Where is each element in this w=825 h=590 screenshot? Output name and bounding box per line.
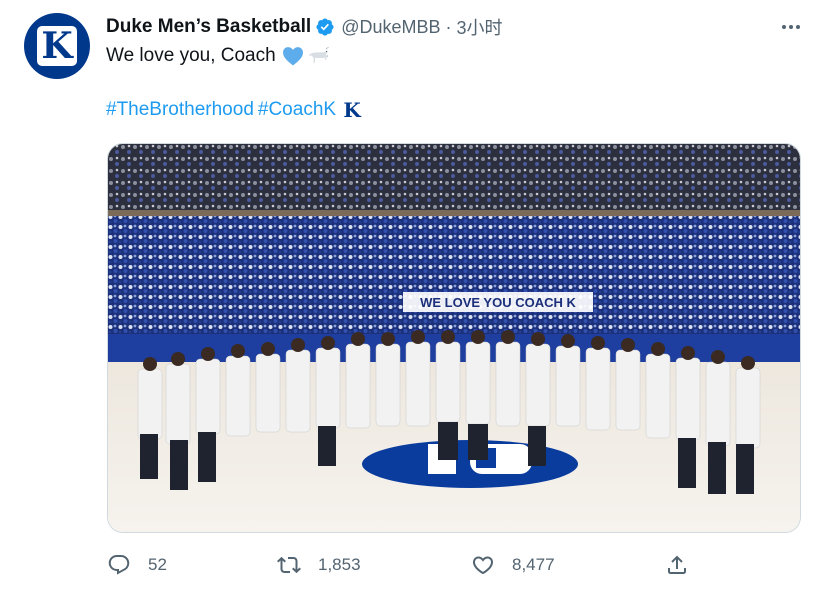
hashtag-line: #TheBrotherhood #CoachK K <box>106 98 362 122</box>
verified-badge-icon <box>316 18 334 36</box>
avatar[interactable]: K <box>24 13 90 79</box>
team-photo-image: WE LOVE YOU COACH K <box>108 144 800 532</box>
blue-heart-icon <box>282 47 303 66</box>
heart-icon <box>472 556 494 575</box>
more-dot-icon <box>796 25 800 29</box>
like-button[interactable]: 8,477 <box>471 549 555 581</box>
retweet-count: 1,853 <box>318 555 361 574</box>
tweet-header: Duke Men’s Basketball @DukeMBB · 3小时 <box>106 15 503 39</box>
reply-count: 52 <box>148 555 167 574</box>
duke-k-emoji-icon: K <box>343 98 361 122</box>
tweet-text-content: We love you, Coach <box>106 45 276 66</box>
share-button[interactable] <box>665 549 689 581</box>
display-name[interactable]: Duke Men’s Basketball <box>106 16 311 38</box>
timestamp[interactable]: 3小时 <box>457 14 503 40</box>
user-handle[interactable]: @DukeMBB <box>341 17 440 38</box>
hashtag-link-coachk[interactable]: #CoachK <box>258 99 336 121</box>
tweet-actions: 52 1,853 8,477 <box>107 549 707 581</box>
like-count: 8,477 <box>512 555 555 574</box>
reply-icon <box>108 555 130 575</box>
more-options-button[interactable] <box>776 12 806 42</box>
tweet-photo[interactable]: WE LOVE YOU COACH K <box>107 143 801 533</box>
hashtag-link-brotherhood[interactable]: #TheBrotherhood <box>106 99 254 121</box>
duke-k-logo: K <box>37 25 77 67</box>
retweet-icon <box>277 556 301 574</box>
more-dot-icon <box>789 25 793 29</box>
goat-icon <box>308 46 329 63</box>
retweet-button[interactable]: 1,853 <box>277 549 361 581</box>
share-icon <box>668 555 686 574</box>
more-dot-icon <box>782 25 786 29</box>
separator-dot: · <box>445 16 452 37</box>
reply-button[interactable]: 52 <box>107 549 167 581</box>
tweet[interactable]: K Duke Men’s Basketball @DukeMBB · 3小时 W… <box>0 0 825 590</box>
tweet-text: We love you, Coach <box>106 45 331 67</box>
crowd-sign-text: WE LOVE YOU COACH K <box>420 295 576 310</box>
